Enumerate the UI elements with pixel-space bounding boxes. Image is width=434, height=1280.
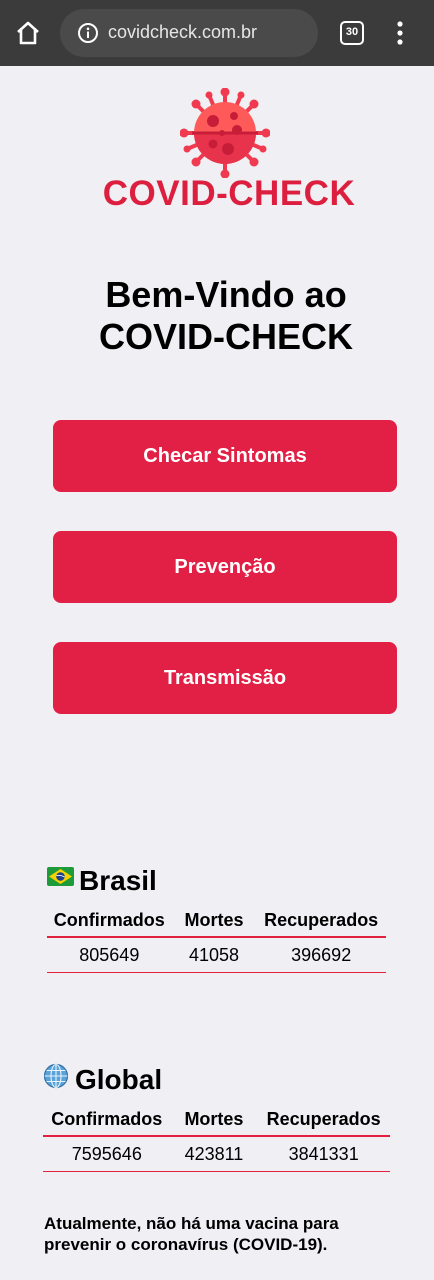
table-header-row: Confirmados Mortes Recuperados — [43, 1103, 390, 1135]
brasil-recovered-value: 396692 — [291, 944, 352, 965]
vaccine-note: Atualmente, não há uma vacina para preve… — [44, 1214, 339, 1254]
browser-toolbar: covidcheck.com.br 30 — [0, 0, 434, 66]
brasil-deaths-value: 41058 — [188, 944, 240, 965]
more-vert-icon[interactable] — [392, 18, 408, 48]
logo-text: COVID-CHECK — [102, 174, 356, 213]
virus-icon — [180, 88, 270, 178]
header-recovered: Recuperados — [266, 1109, 381, 1129]
home-icon[interactable] — [12, 17, 44, 49]
table-row: 805649 41058 396692 — [47, 938, 386, 972]
welcome-heading: Bem-Vindo ao COVID-CHECK — [0, 274, 434, 358]
table-header-row: Confirmados Mortes Recuperados — [47, 904, 386, 936]
global-deaths-value: 423811 — [184, 1143, 244, 1164]
global-recovered-value: 3841331 — [288, 1143, 359, 1164]
table-divider — [47, 971, 386, 973]
brasil-stats-table: Confirmados Mortes Recuperados 805649 41… — [47, 904, 386, 973]
brasil-title: Brasil — [79, 865, 157, 896]
check-symptoms-button[interactable]: Checar Sintomas — [53, 420, 397, 492]
tab-switcher-button[interactable]: 30 — [340, 21, 364, 45]
info-icon[interactable] — [77, 22, 99, 44]
global-title: Global — [75, 1064, 163, 1095]
address-bar[interactable]: covidcheck.com.br — [60, 9, 318, 57]
brazil-flag-icon — [47, 867, 74, 886]
global-confirmed-value: 7595646 — [71, 1143, 142, 1164]
globe-icon — [43, 1063, 69, 1089]
header-recovered: Recuperados — [264, 910, 379, 930]
prevention-button[interactable]: Prevenção — [53, 531, 397, 603]
header-confirmed: Confirmados — [51, 1109, 163, 1129]
header-deaths: Mortes — [184, 1109, 244, 1129]
welcome-line-1: Bem-Vindo ao — [105, 274, 347, 315]
table-divider — [43, 1170, 390, 1172]
url-text[interactable]: covidcheck.com.br — [108, 22, 257, 43]
brasil-confirmed-value: 805649 — [79, 944, 140, 965]
header-confirmed: Confirmados — [53, 910, 165, 930]
global-stats-table: Confirmados Mortes Recuperados 7595646 4… — [43, 1103, 390, 1172]
transmission-button[interactable]: Transmissão — [53, 642, 397, 714]
table-row: 7595646 423811 3841331 — [43, 1137, 390, 1171]
welcome-line-2: COVID-CHECK — [98, 316, 353, 357]
header-deaths: Mortes — [184, 910, 244, 930]
